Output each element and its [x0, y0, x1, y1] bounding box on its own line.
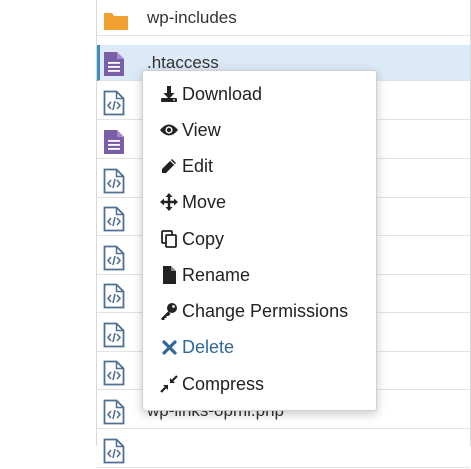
menu-item-compress[interactable]: Compress	[143, 367, 376, 401]
code-file-icon	[103, 245, 125, 271]
menu-item-change-permissions[interactable]: Change Permissions	[143, 294, 376, 328]
menu-item-rename[interactable]: Rename	[143, 258, 376, 292]
menu-item-label: View	[182, 119, 221, 140]
code-file-icon	[103, 283, 125, 309]
context-menu: Download View Edit Move Copy Rename Chan…	[142, 70, 377, 411]
menu-item-label: Move	[182, 191, 227, 212]
menu-item-edit[interactable]: Edit	[143, 149, 376, 183]
menu-item-label: Compress	[182, 373, 265, 394]
file-row-wp-includes[interactable]: wp-includes	[97, 0, 470, 36]
code-file-icon	[103, 360, 125, 386]
code-file-icon	[103, 399, 125, 425]
close-icon	[158, 337, 180, 357]
code-file-icon	[103, 168, 125, 194]
file-name: wp-includes	[147, 8, 237, 27]
eye-icon	[158, 120, 180, 140]
text-file-icon	[103, 129, 125, 155]
folder-icon	[103, 6, 128, 32]
code-file-icon	[103, 322, 125, 348]
menu-item-label: Delete	[182, 336, 235, 357]
compress-icon	[158, 374, 180, 394]
menu-item-delete[interactable]: Delete	[143, 330, 376, 364]
left-gutter	[0, 0, 96, 446]
menu-item-label: Change Permissions	[182, 300, 349, 321]
menu-item-label: Download	[182, 83, 263, 104]
key-icon	[158, 301, 180, 321]
copy-icon	[158, 229, 180, 249]
file-icon	[158, 265, 180, 285]
menu-item-move[interactable]: Move	[143, 185, 376, 219]
move-icon	[158, 192, 180, 212]
menu-item-label: Copy	[182, 228, 225, 249]
download-icon	[158, 84, 180, 104]
menu-item-download[interactable]: Download	[143, 77, 376, 111]
menu-item-label: Rename	[182, 264, 251, 285]
pencil-icon	[158, 156, 180, 176]
file-row[interactable]	[97, 432, 470, 468]
menu-item-view[interactable]: View	[143, 113, 376, 147]
code-file-icon	[103, 206, 125, 232]
code-file-icon	[103, 90, 125, 116]
menu-item-copy[interactable]: Copy	[143, 222, 376, 256]
code-file-icon	[103, 438, 125, 464]
menu-item-label: Edit	[182, 155, 214, 176]
text-file-icon	[103, 51, 125, 77]
